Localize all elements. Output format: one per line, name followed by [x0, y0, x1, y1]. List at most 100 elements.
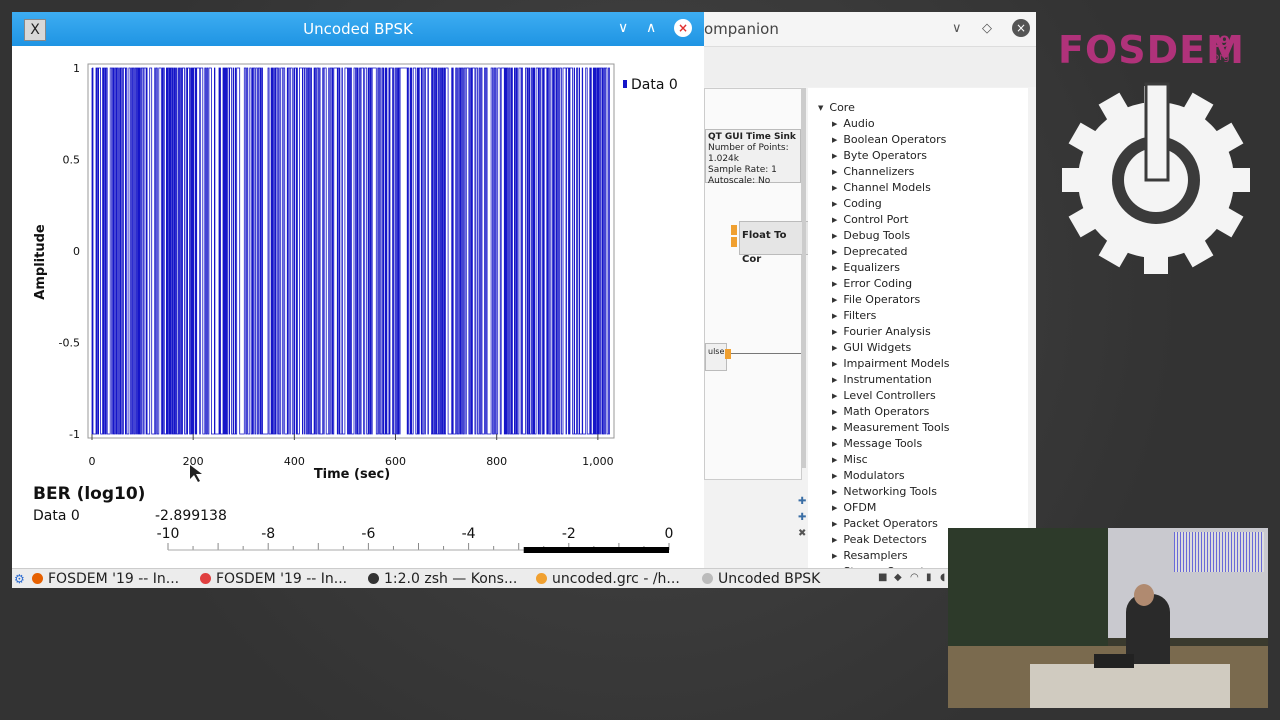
app-icon	[32, 573, 43, 584]
tray-icon[interactable]: ■	[878, 572, 887, 583]
tree-item-label: Math Operators	[843, 405, 930, 418]
tree-item[interactable]: ▶ Fourier Analysis	[832, 324, 931, 340]
app-icon	[536, 573, 547, 584]
taskbar-item-label: Uncoded BPSK	[718, 571, 821, 587]
companion-titlebar[interactable]: ompanion ∨ ◇ ×	[702, 12, 1036, 47]
launcher-icon[interactable]: ⚙	[14, 572, 25, 586]
collapsed-triangle-icon: ▶	[832, 392, 838, 400]
taskbar: ⚙ ■ ◆ ◠ ▮ ◖ FOSDEM '19 -- In... FOSDEM '1…	[12, 568, 1036, 588]
projected-plot	[1174, 532, 1264, 572]
plot-titlebar[interactable]: X Uncoded BPSK ∨ ∧ ×	[12, 12, 704, 46]
tree-item[interactable]: ▶ Level Controllers	[832, 388, 936, 404]
close-icon[interactable]: ×	[1012, 19, 1030, 37]
tree-item[interactable]: ▶ Channelizers	[832, 164, 914, 180]
input-port[interactable]	[731, 237, 737, 247]
fosdem-org: .org	[1210, 52, 1230, 63]
expand-icon[interactable]: ✚	[798, 496, 806, 507]
wifi-icon[interactable]: ◠	[910, 572, 919, 583]
tree-item-label: Impairment Models	[843, 357, 950, 370]
tree-item-label: Measurement Tools	[843, 421, 950, 434]
y-axis-label: Amplitude	[33, 224, 48, 300]
tree-item[interactable]: ▶ Equalizers	[832, 260, 900, 276]
tree-item[interactable]: ▶ Deprecated	[832, 244, 908, 260]
tree-item-label: Instrumentation	[843, 373, 932, 386]
taskbar-item[interactable]: FOSDEM '19 -- In...	[200, 571, 347, 587]
tree-item-label: File Operators	[843, 293, 921, 306]
tree-item[interactable]: ▶ Networking Tools	[832, 484, 937, 500]
tree-item[interactable]: ▶ Math Operators	[832, 404, 929, 420]
tree-item-label: Level Controllers	[843, 389, 936, 402]
tree-item-label: Misc	[843, 453, 868, 466]
tree-item[interactable]: ▶ Packet Operators	[832, 516, 938, 532]
time-plot[interactable]: 10.50-0.5-1 0 200 400 600 800 1,000 Amplitude…	[12, 46, 704, 486]
close-icon[interactable]: ×	[674, 19, 692, 37]
float-to-complex-block[interactable]: Float To Cor	[739, 221, 809, 265]
battery-icon[interactable]: ▮	[926, 572, 932, 583]
volume-icon[interactable]: ◖	[940, 572, 945, 583]
window-title: Uncoded BPSK	[303, 20, 413, 38]
tree-item[interactable]: ▶ File Operators	[832, 292, 920, 308]
taskbar-item[interactable]: uncoded.grc - /h...	[536, 571, 680, 587]
companion-window: ompanion ∨ ◇ × QT GUI Time Sink Number o…	[702, 12, 1036, 578]
app-icon	[200, 573, 211, 584]
tree-item[interactable]: ▶ Modulators	[832, 468, 905, 484]
flowgraph-canvas[interactable]: QT GUI Time Sink Number of Points: 1.024…	[704, 88, 809, 480]
collapsed-triangle-icon: ▶	[832, 216, 838, 224]
tree-item-label: Error Coding	[843, 277, 913, 290]
tree-item[interactable]: ▶ Instrumentation	[832, 372, 932, 388]
taskbar-item[interactable]: 1:2.0 zsh — Kons...	[368, 571, 517, 587]
y-tick-label: -0.5	[59, 337, 80, 350]
tree-item[interactable]: ▶ Coding	[832, 196, 882, 212]
output-port[interactable]	[725, 349, 731, 359]
collapsed-triangle-icon: ▶	[832, 264, 838, 272]
chevron-down-icon[interactable]: ∨	[952, 21, 962, 36]
tray-icon[interactable]: ◆	[894, 572, 902, 583]
collapsed-triangle-icon: ▶	[832, 344, 838, 352]
ber-title: BER (log10)	[33, 484, 146, 504]
expand-icon[interactable]: ✚	[798, 512, 806, 523]
pulse-block[interactable]: ulse	[705, 343, 727, 371]
tree-item[interactable]: ▶ Measurement Tools	[832, 420, 950, 436]
chevron-down-icon[interactable]: ∨	[618, 20, 628, 36]
tree-item-label: Message Tools	[843, 437, 923, 450]
tree-item[interactable]: ▶ Audio	[832, 116, 875, 132]
ber-scale-label: -2	[562, 526, 576, 542]
tree-item[interactable]: ▶ Channel Models	[832, 180, 931, 196]
taskbar-item-label: uncoded.grc - /h...	[552, 571, 680, 587]
collapsed-triangle-icon: ▶	[832, 296, 838, 304]
chevron-up-icon[interactable]: ∧	[646, 20, 656, 36]
app-icon	[368, 573, 379, 584]
tree-item[interactable]: ▶ Peak Detectors	[832, 532, 927, 548]
tree-item-core[interactable]: ▼ Core	[818, 100, 855, 116]
tree-item[interactable]: ▶ Control Port	[832, 212, 908, 228]
tree-item[interactable]: ▶ Error Coding	[832, 276, 912, 292]
tree-item[interactable]: ▶ Boolean Operators	[832, 132, 946, 148]
tree-item[interactable]: ▶ OFDM	[832, 500, 876, 516]
tree-item[interactable]: ▶ Misc	[832, 452, 868, 468]
time-sink-block[interactable]: QT GUI Time Sink Number of Points: 1.024…	[705, 129, 801, 186]
tree-item-label: Core	[829, 101, 855, 114]
input-port[interactable]	[731, 225, 737, 235]
tree-item[interactable]: ▶ Impairment Models	[832, 356, 949, 372]
taskbar-item[interactable]: Uncoded BPSK	[702, 571, 820, 587]
tree-item[interactable]: ▶ Message Tools	[832, 436, 922, 452]
ber-value: -2.899138	[155, 508, 227, 524]
tree-item[interactable]: ▶ Filters	[832, 308, 876, 324]
tree-item[interactable]: ▶ Byte Operators	[832, 148, 927, 164]
block-param: Autoscale: No	[708, 176, 771, 186]
x-tick-label: 800	[486, 455, 507, 468]
y-axis: 1 0.5 0 -0.5 -1	[59, 62, 80, 441]
tree-item[interactable]: ▶ GUI Widgets	[832, 340, 911, 356]
legend-label[interactable]: Data 0	[631, 77, 678, 93]
tree-item[interactable]: ▶ Debug Tools	[832, 228, 910, 244]
tree-item[interactable]: ▶ Resamplers	[832, 548, 908, 564]
restore-icon[interactable]: ◇	[982, 21, 992, 36]
taskbar-item[interactable]: FOSDEM '19 -- In...	[32, 571, 179, 587]
gear-tooth	[1062, 168, 1086, 192]
lectern-table	[1030, 664, 1230, 708]
y-tick-label: 0	[73, 245, 80, 258]
taskbar-item-label: FOSDEM '19 -- In...	[216, 571, 348, 587]
x-axis-label: Time (sec)	[314, 467, 390, 482]
canvas-scrollbar[interactable]	[802, 88, 806, 468]
close-icon[interactable]: ✖	[798, 528, 806, 539]
